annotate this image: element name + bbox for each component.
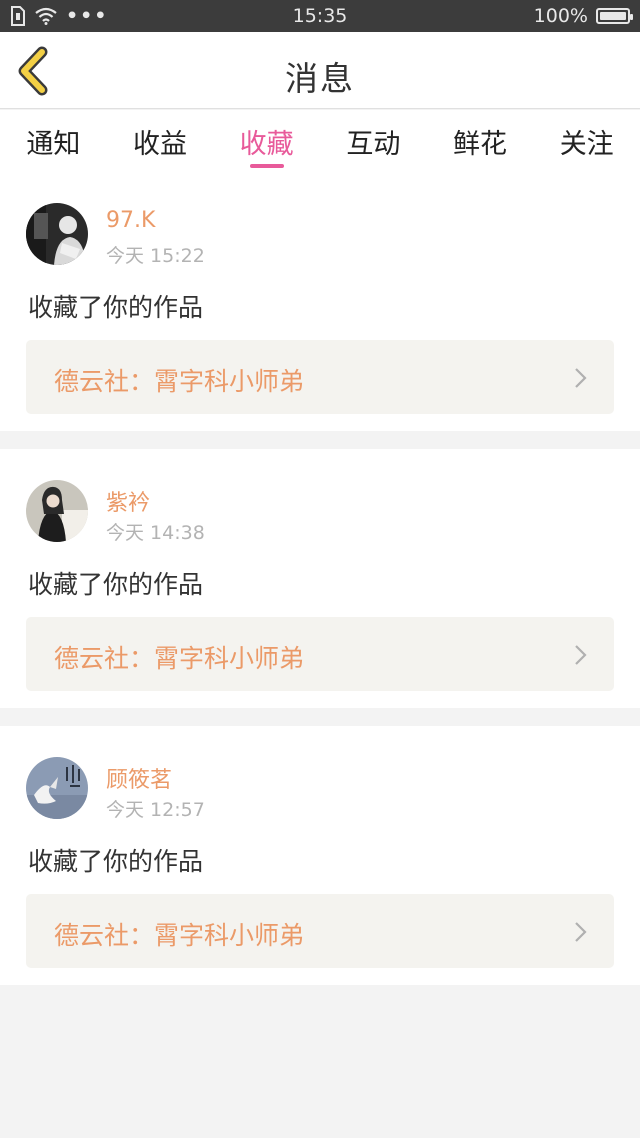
battery-percent: 100% xyxy=(533,5,588,27)
username[interactable]: 97.K xyxy=(106,208,155,233)
timestamp: 今天 12:57 xyxy=(106,799,205,821)
tab-favorites[interactable]: 收藏 xyxy=(213,110,320,172)
tab-bar: 通知 收益 收藏 互动 鲜花 关注 xyxy=(0,110,640,172)
avatar[interactable] xyxy=(26,757,88,819)
timestamp: 今天 14:38 xyxy=(106,522,205,544)
chevron-right-icon xyxy=(575,645,587,665)
work-title: 德云社：霄字科小师弟 xyxy=(54,921,305,950)
tab-earnings[interactable]: 收益 xyxy=(107,110,214,172)
username[interactable]: 顾筱茗 xyxy=(106,762,172,794)
message-card: 顾筱茗 今天 12:57 收藏了你的作品 德云社：霄字科小师弟 xyxy=(0,726,640,985)
work-link[interactable]: 德云社：霄字科小师弟 xyxy=(26,894,614,968)
work-link[interactable]: 德云社：霄字科小师弟 xyxy=(26,617,614,691)
tab-flowers[interactable]: 鲜花 xyxy=(427,110,534,172)
avatar-image xyxy=(26,480,88,542)
battery-icon xyxy=(596,8,633,24)
timestamp: 今天 15:22 xyxy=(106,245,205,267)
action-text: 收藏了你的作品 xyxy=(28,293,204,322)
work-title: 德云社：霄字科小师弟 xyxy=(54,644,305,673)
message-list: 97.K 今天 15:22 收藏了你的作品 德云社：霄字科小师弟 紫衿 今天 1… xyxy=(0,172,640,1003)
chevron-right-icon xyxy=(575,368,587,388)
status-bar: ••• 15:35 100% xyxy=(0,0,640,32)
message-card: 97.K 今天 15:22 收藏了你的作品 德云社：霄字科小师弟 xyxy=(0,172,640,431)
chevron-right-icon xyxy=(575,922,587,942)
tab-interactions[interactable]: 互动 xyxy=(320,110,427,172)
work-title: 德云社：霄字科小师弟 xyxy=(54,367,305,396)
status-right: 100% xyxy=(533,5,633,27)
tab-notifications[interactable]: 通知 xyxy=(0,110,107,172)
avatar-image xyxy=(26,203,88,265)
work-link[interactable]: 德云社：霄字科小师弟 xyxy=(26,340,614,414)
tab-follows[interactable]: 关注 xyxy=(533,110,640,172)
message-card: 紫衿 今天 14:38 收藏了你的作品 德云社：霄字科小师弟 xyxy=(0,449,640,708)
action-text: 收藏了你的作品 xyxy=(28,570,204,599)
avatar[interactable] xyxy=(26,203,88,265)
action-text: 收藏了你的作品 xyxy=(28,847,204,876)
username[interactable]: 紫衿 xyxy=(106,485,150,517)
avatar[interactable] xyxy=(26,480,88,542)
page-title: 消息 xyxy=(285,59,355,98)
avatar-image xyxy=(26,757,88,819)
nav-bar: 消息 xyxy=(0,32,640,109)
